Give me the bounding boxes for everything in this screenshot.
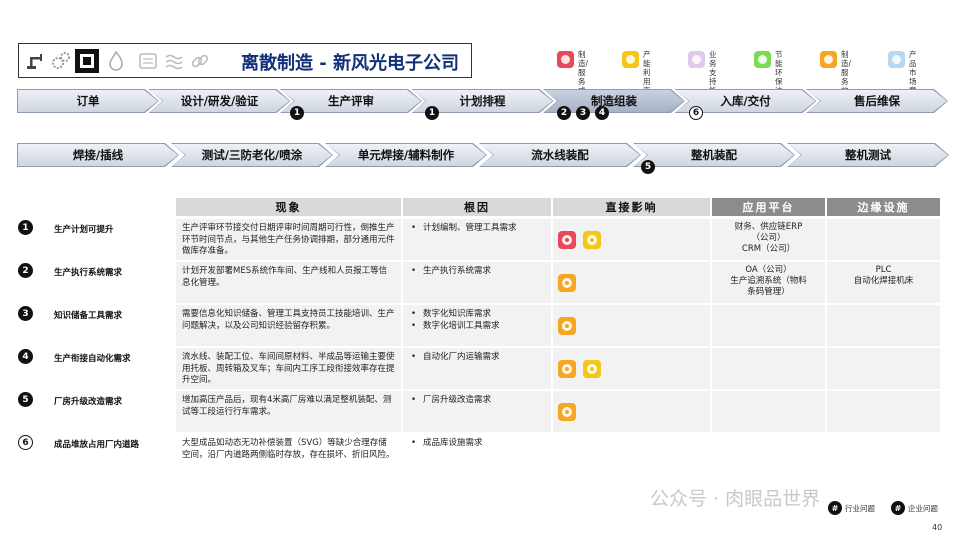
edge-cell	[827, 391, 940, 432]
marker-badge: 5	[641, 160, 655, 174]
edge-cell	[827, 305, 940, 346]
root-cause-cell: 自动化厂内运输需求	[403, 348, 551, 389]
row-number-badge: 2	[18, 263, 33, 278]
root-cause-item: 数字化知识库需求	[409, 309, 545, 321]
header-direct-impact: 直接影响	[553, 198, 710, 216]
header-box: 离散制造 - 新风光电子公司	[18, 43, 472, 78]
legend-label: 产能 利用率	[643, 50, 651, 95]
row-number-badge: 3	[18, 306, 33, 321]
row-number-badge: 6	[18, 435, 33, 450]
header-root-cause: 根因	[403, 198, 551, 216]
market-icon	[888, 51, 905, 68]
process-step: 流水线装配	[480, 144, 640, 166]
root-cause-cell: 计划编制、管理工具需求	[403, 219, 551, 260]
root-cause-item: 厂房升级改造需求	[409, 395, 545, 407]
row-label: 知识储备工具需求	[54, 311, 123, 321]
phenomenon-cell: 增加高压产品后，现有4米高厂房难以满足整机装配、测试等工段运行行车需求。	[176, 391, 401, 432]
phenomenon-cell: 计划开发部署MES系统作车间、生产线和人员报工等信息化管理。	[176, 262, 401, 303]
header-phenomenon: 现象	[176, 198, 401, 216]
company-tag-icon: #	[891, 501, 905, 515]
row-number-badge: 5	[18, 392, 33, 407]
phenomenon-cell: 大型成品如动态无功补偿装置（SVG）等缺少合理存储空间，沿厂内道路两侧临时存放，…	[176, 434, 401, 475]
page-number: 40	[932, 523, 943, 532]
edge-cell	[827, 434, 940, 475]
process-step: 订单	[18, 90, 158, 112]
row-number-badge: 4	[18, 349, 33, 364]
marker-badge: 6	[689, 106, 703, 120]
impact-cell	[553, 391, 710, 432]
process-step: 测试/三防老化/喷涂	[172, 144, 332, 166]
root-cause-item: 自动化厂内运输需求	[409, 352, 545, 364]
bulb-icon	[558, 274, 576, 292]
impact-cell	[553, 434, 710, 475]
process-step: 焊接/插线	[18, 144, 178, 166]
phenomenon-cell: 需要信息化知识储备、管理工具支持员工技能培训、生产问题解决，以及公司知识经验留存…	[176, 305, 401, 346]
gear-icon	[688, 51, 705, 68]
root-cause-cell: 生产执行系统需求	[403, 262, 551, 303]
chip-icon	[75, 49, 99, 73]
gears-icon	[52, 52, 70, 69]
impact-cell	[553, 348, 710, 389]
root-cause-item: 数字化培训工具需求	[409, 321, 545, 333]
marker-badge: 1	[425, 106, 439, 120]
waves-icon	[165, 54, 183, 70]
flame-icon	[109, 50, 123, 71]
platform-cell	[712, 391, 825, 432]
server-icon	[139, 53, 157, 69]
root-cause-cell: 数字化知识库需求数字化培训工具需求	[403, 305, 551, 346]
row-label: 成品堆放占用厂内道路	[54, 440, 140, 450]
marker-badge: 2	[557, 106, 571, 120]
robot-arm-icon	[27, 54, 42, 69]
impact-cell	[553, 219, 710, 260]
process-step: 整机装配	[634, 144, 794, 166]
root-cause-cell: 厂房升级改造需求	[403, 391, 551, 432]
root-cause-item: 计划编制、管理工具需求	[409, 223, 545, 235]
platform-text: OA（公司） 生产追溯系统（物料 条码管理）	[730, 265, 807, 297]
edge-cell	[827, 348, 940, 389]
root-cause-item: 生产执行系统需求	[409, 266, 545, 278]
row-label: 生产执行系统需求	[54, 268, 123, 278]
header-platform: 应用平台	[712, 198, 825, 216]
marker-badge: 3	[576, 106, 590, 120]
process-step: 整机测试	[788, 144, 948, 166]
phenomenon-cell: 流水线、装配工位、车间间原材料、半成品等运输主要使用托板、周转箱及叉车；车间内工…	[176, 348, 401, 389]
link-icon	[191, 54, 209, 68]
root-cause-cell: 成品库设施需求	[403, 434, 551, 475]
platform-cell	[712, 305, 825, 346]
page-title: 离散制造 - 新风光电子公司	[241, 53, 460, 74]
money-icon	[557, 51, 574, 68]
row-number-badge: 1	[18, 220, 33, 235]
bulb-icon	[558, 317, 576, 335]
gauge-icon	[583, 360, 601, 378]
platform-text: 财务、供应链ERP （公司） CRM（公司）	[734, 222, 803, 254]
header-edge: 边缘设施	[827, 198, 940, 216]
bulb-icon	[820, 51, 837, 68]
platform-cell	[712, 434, 825, 475]
process-step: 单元焊接/辅料制作	[326, 144, 486, 166]
gauge-icon	[622, 51, 639, 68]
bulb-icon	[558, 360, 576, 378]
process-step: 设计/研发/验证	[150, 90, 290, 112]
impact-cell	[553, 305, 710, 346]
impact-cell	[553, 262, 710, 303]
leaf-icon	[754, 51, 771, 68]
edge-text: PLC 自动化焊接机床	[853, 265, 914, 286]
row-label: 厂房升级改造需求	[54, 397, 123, 407]
marker-badge: 1	[290, 106, 304, 120]
bulb-icon	[558, 403, 576, 421]
industry-tag-label: 行业问题	[845, 504, 875, 513]
platform-cell	[712, 348, 825, 389]
company-tag-label: 企业问题	[908, 504, 938, 513]
root-cause-item: 成品库设施需求	[409, 438, 545, 450]
gauge-icon	[583, 231, 601, 249]
industry-tag-icon: #	[828, 501, 842, 515]
row-label: 生产计划可提升	[54, 225, 114, 235]
marker-badge: 4	[595, 106, 609, 120]
edge-cell	[827, 219, 940, 260]
row-label: 生产衔接自动化需求	[54, 354, 131, 364]
watermark: 公众号 · 肉眼品世界	[650, 488, 821, 510]
process-step: 售后维保	[807, 90, 947, 112]
money-icon	[558, 231, 576, 249]
phenomenon-cell: 生产评审环节接交付日期评审时间周期可行性，倒推生产环节时间节点，与其他生产任务协…	[176, 219, 401, 260]
